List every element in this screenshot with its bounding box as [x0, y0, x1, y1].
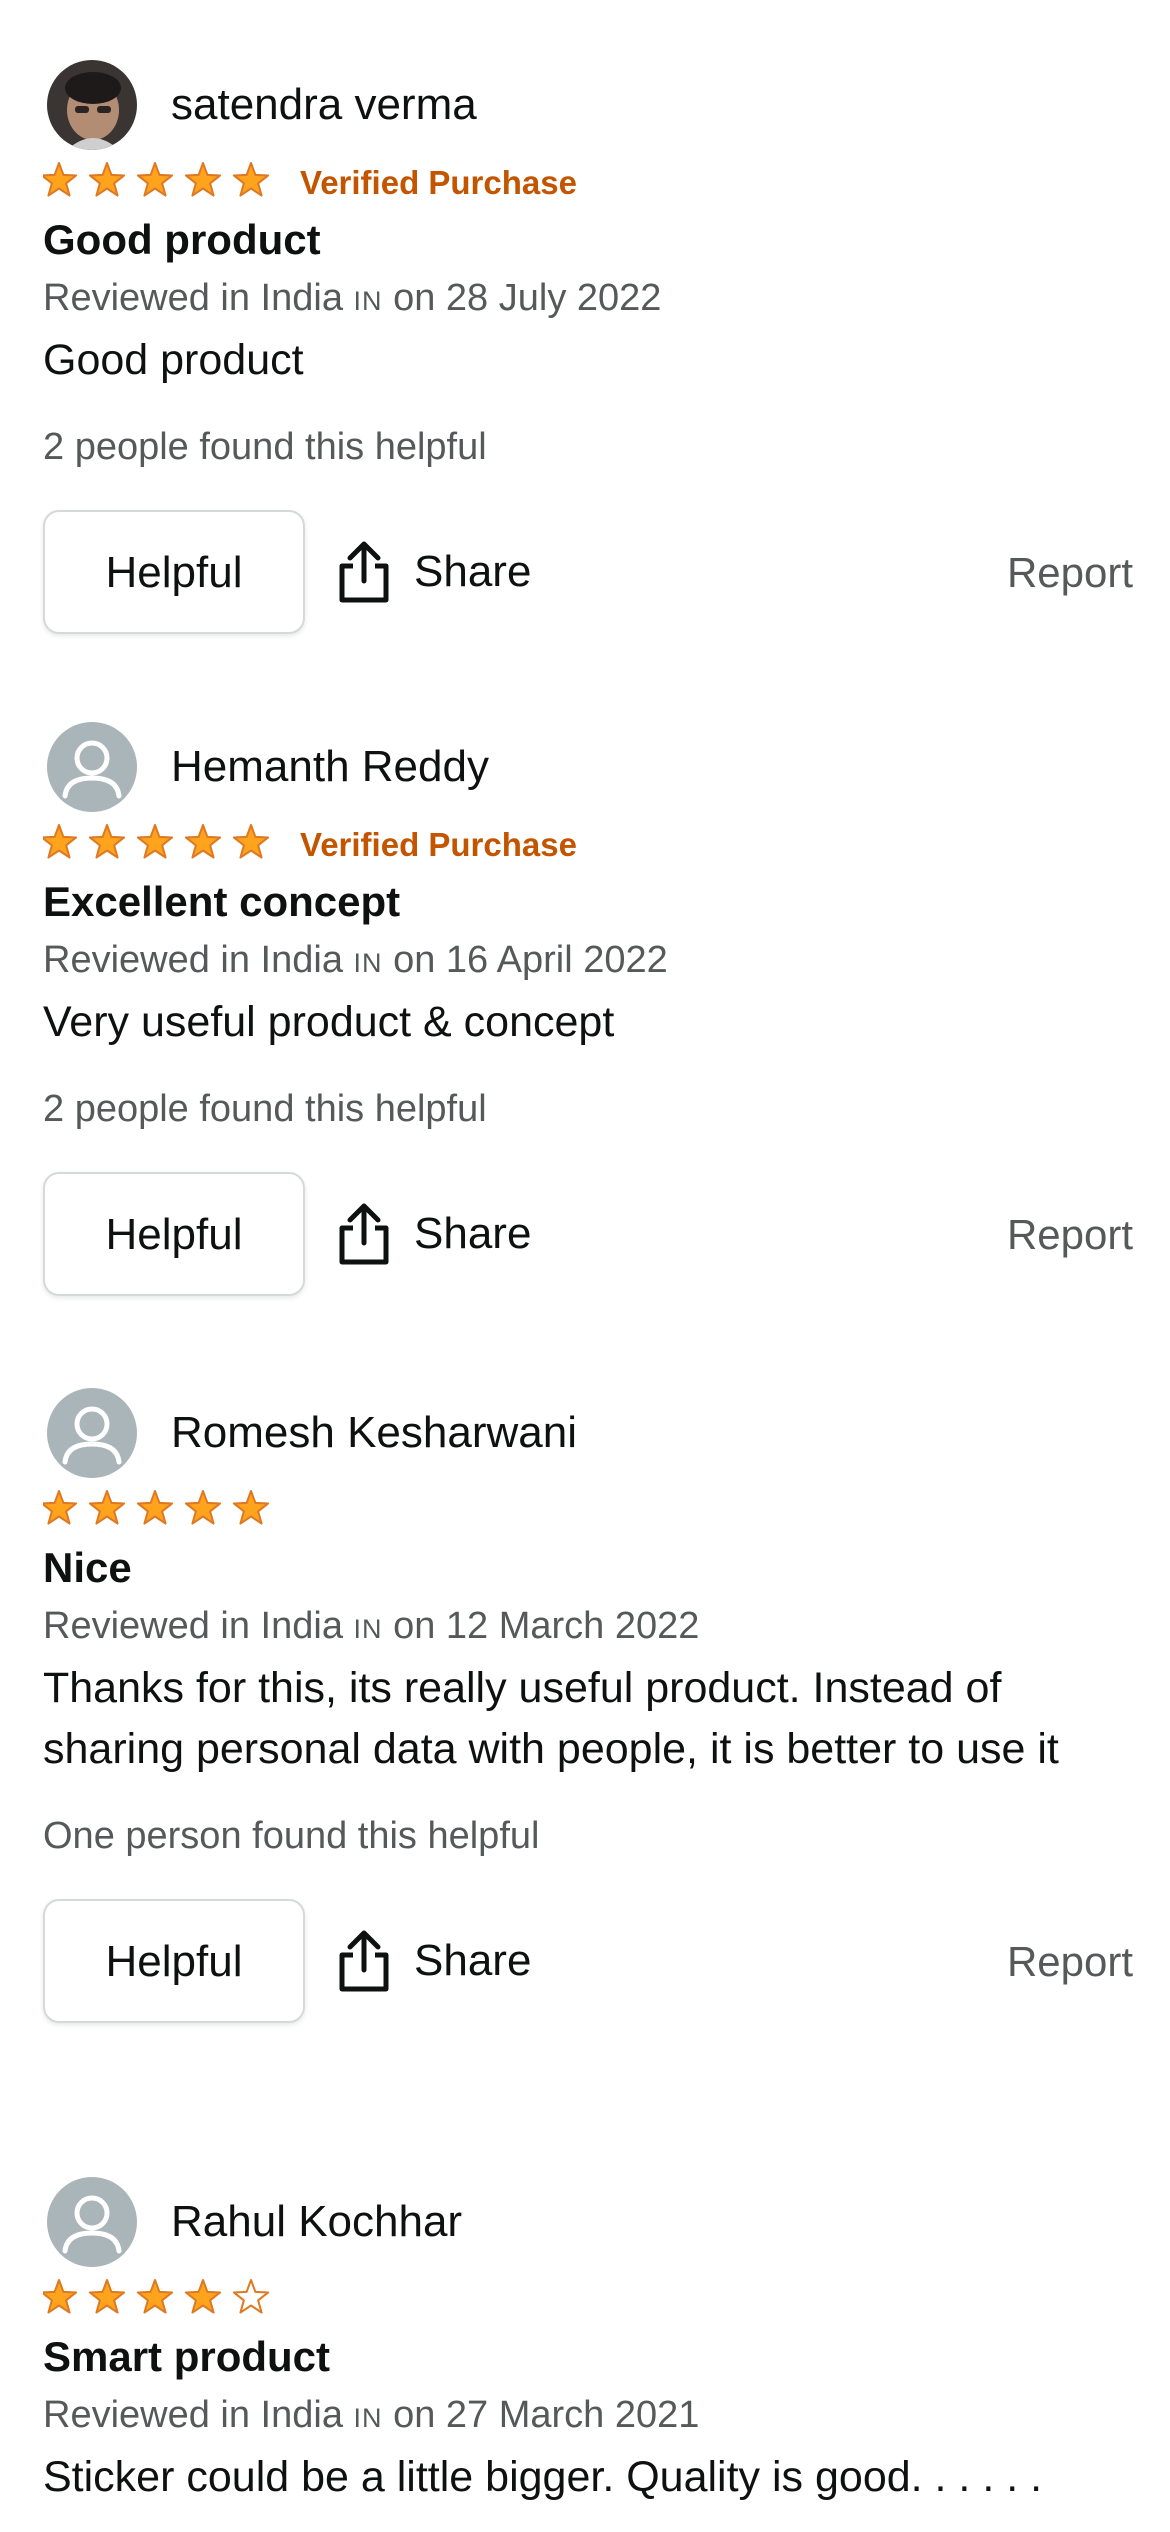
country-flag-label: IN: [353, 2403, 383, 2433]
country-flag-label: IN: [353, 286, 383, 316]
review-card: Hemanth Reddy Verified Purchase Excellen…: [43, 722, 1133, 1304]
review-body: Good product: [43, 336, 304, 384]
share-icon: [339, 541, 389, 603]
star-filled-icon: [184, 2279, 222, 2314]
review-title[interactable]: Good product: [43, 215, 1133, 265]
country-flag-label: IN: [353, 948, 383, 978]
star-filled-icon: [88, 824, 126, 859]
review-title[interactable]: Excellent concept: [43, 877, 1133, 927]
user-photo-avatar[interactable]: [47, 60, 137, 150]
review-date: Reviewed in India IN on 12 March 2022: [43, 1603, 1133, 1652]
star-filled-icon: [184, 162, 222, 197]
helpful-button[interactable]: Helpful: [43, 1899, 305, 2023]
review-title[interactable]: Smart product: [43, 2332, 1133, 2382]
share-label: Share: [414, 547, 532, 596]
reviewer-profile[interactable]: Rahul Kochhar: [43, 2177, 1133, 2272]
star-filled-icon: [43, 824, 78, 859]
review-body: Sticker could be a little bigger. Qualit…: [43, 2453, 1043, 2501]
share-label: Share: [414, 1936, 532, 1985]
review-body: Very useful product & concept: [43, 998, 615, 1046]
star-filled-icon: [184, 1490, 222, 1525]
review-date-text: on 12 March 2022: [393, 1605, 700, 1647]
reviewer-name: satendra verma: [171, 80, 477, 129]
star-filled-icon: [88, 1490, 126, 1525]
star-rating[interactable]: [43, 1485, 283, 1531]
star-rating[interactable]: [43, 819, 283, 865]
review-location: Reviewed in India: [43, 2394, 343, 2436]
review-location: Reviewed in India: [43, 1605, 343, 1647]
rating-row: Verified Purchase: [43, 157, 1133, 203]
review-actions: Helpful Share Report: [43, 1172, 1133, 1304]
star-filled-icon: [136, 824, 174, 859]
default-user-avatar-icon[interactable]: [47, 722, 137, 812]
reviewer-name: Rahul Kochhar: [171, 2197, 463, 2246]
rating-row: [43, 1485, 1133, 1531]
verified-purchase-badge: Verified Purchase: [300, 826, 577, 863]
report-link[interactable]: Report: [1007, 1935, 1133, 1989]
default-user-avatar-icon[interactable]: [47, 2177, 137, 2267]
reviewer-name: Romesh Kesharwani: [171, 1408, 577, 1457]
star-rating[interactable]: [43, 157, 283, 203]
report-link[interactable]: Report: [1007, 1208, 1133, 1262]
reviewer-name: Hemanth Reddy: [171, 742, 489, 791]
review-actions: Helpful Share Report: [43, 1899, 1133, 2031]
helpful-count: One person found this helpful: [43, 1815, 540, 1857]
share-icon: [339, 1930, 389, 1992]
review-date-text: on 28 July 2022: [393, 277, 662, 319]
review-date: Reviewed in India IN on 27 March 2021: [43, 2392, 1133, 2441]
reviewer-profile[interactable]: Hemanth Reddy: [43, 722, 1133, 817]
verified-purchase-badge: Verified Purchase: [300, 164, 577, 201]
review-date: Reviewed in India IN on 16 April 2022: [43, 937, 1133, 986]
star-empty-icon: [232, 2279, 270, 2314]
helpful-button[interactable]: Helpful: [43, 1172, 305, 1296]
country-flag-label: IN: [353, 1614, 383, 1644]
reviewer-profile[interactable]: Romesh Kesharwani: [43, 1388, 1133, 1483]
helpful-button[interactable]: Helpful: [43, 510, 305, 634]
review-card: Romesh Kesharwani Nice Reviewed in India…: [43, 1388, 1133, 2031]
star-filled-icon: [184, 824, 222, 859]
star-rating[interactable]: [43, 2274, 283, 2320]
review-card: Rahul Kochhar Smart product Reviewed in …: [43, 2177, 1133, 2508]
rating-row: [43, 2274, 1133, 2320]
review-date-text: on 16 April 2022: [393, 939, 668, 981]
review-date-text: on 27 March 2021: [393, 2394, 700, 2436]
review-actions: Helpful Share Report: [43, 510, 1133, 642]
star-filled-icon: [232, 1490, 270, 1525]
share-button[interactable]: Share: [336, 1927, 531, 1995]
review-card: satendra verma Verified Purchase Good pr…: [43, 60, 1133, 642]
review-body: Thanks for this, its really useful produ…: [43, 1664, 1059, 1773]
share-button[interactable]: Share: [336, 1200, 531, 1268]
helpful-count: 2 people found this helpful: [43, 1088, 487, 1130]
star-filled-icon: [88, 2279, 126, 2314]
star-filled-icon: [232, 162, 270, 197]
review-date: Reviewed in India IN on 28 July 2022: [43, 275, 1133, 324]
rating-row: Verified Purchase: [43, 819, 1133, 865]
star-filled-icon: [232, 824, 270, 859]
default-user-avatar-icon[interactable]: [47, 1388, 137, 1478]
share-icon: [339, 1203, 389, 1265]
report-link[interactable]: Report: [1007, 546, 1133, 600]
share-label: Share: [414, 1209, 532, 1258]
star-filled-icon: [136, 162, 174, 197]
star-filled-icon: [43, 2279, 78, 2314]
star-filled-icon: [43, 1490, 78, 1525]
helpful-count: 2 people found this helpful: [43, 426, 487, 468]
review-location: Reviewed in India: [43, 939, 343, 981]
review-location: Reviewed in India: [43, 277, 343, 319]
reviewer-profile[interactable]: satendra verma: [43, 60, 1133, 155]
star-filled-icon: [43, 162, 78, 197]
star-filled-icon: [88, 162, 126, 197]
share-button[interactable]: Share: [336, 538, 531, 606]
star-filled-icon: [136, 2279, 174, 2314]
star-filled-icon: [136, 1490, 174, 1525]
review-title[interactable]: Nice: [43, 1543, 1133, 1593]
